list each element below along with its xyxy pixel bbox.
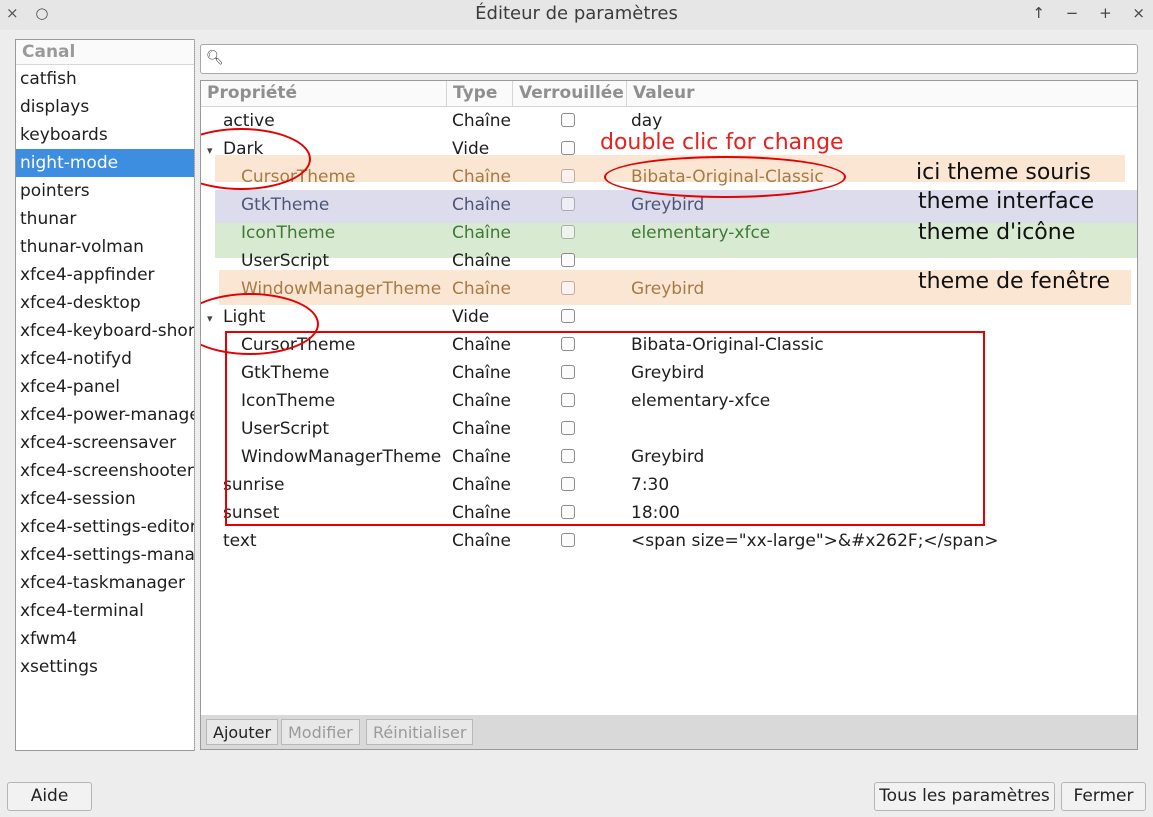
property-table: Propriété Type Verrouillée Valeur active… bbox=[200, 80, 1138, 750]
close-button[interactable]: Fermer bbox=[1061, 782, 1146, 811]
property-type: Chaîne bbox=[452, 111, 512, 131]
property-value bbox=[631, 303, 1131, 331]
pane-separator[interactable] bbox=[194, 39, 199, 751]
locked-checkbox[interactable] bbox=[561, 197, 575, 211]
title-bar: × ○ Éditeur de paramètres ↑ − + × bbox=[0, 0, 1153, 30]
property-type: Chaîne bbox=[452, 167, 512, 187]
property-type: Chaîne bbox=[452, 195, 512, 215]
channel-item[interactable]: xfce4-settings-manager bbox=[16, 541, 194, 569]
channel-item[interactable]: xfce4-terminal bbox=[16, 597, 194, 625]
property-type: Vide bbox=[452, 307, 490, 327]
window-title: Éditeur de paramètres bbox=[475, 3, 678, 24]
channel-item[interactable]: thunar bbox=[16, 205, 194, 233]
locked-checkbox[interactable] bbox=[561, 281, 575, 295]
channel-item[interactable]: xfce4-notifyd bbox=[16, 345, 194, 373]
property-name: text bbox=[223, 531, 257, 551]
channel-item[interactable]: xfce4-settings-editor bbox=[16, 513, 194, 541]
channel-items: catfish displays keyboards night-mode pointe… bbox=[16, 65, 194, 681]
channel-item[interactable]: xfce4-session bbox=[16, 485, 194, 513]
table-row[interactable]: ▾ Light Vide bbox=[201, 303, 1137, 331]
annotation-interface: theme interface bbox=[918, 189, 1095, 214]
locked-checkbox[interactable] bbox=[561, 169, 575, 183]
property-table-body: Propriété Type Verrouillée Valeur active… bbox=[201, 81, 1137, 715]
channel-item[interactable]: xfce4-screensaver bbox=[16, 429, 194, 457]
channel-item[interactable]: thunar-volman bbox=[16, 233, 194, 261]
search-icon: 🔍︎ bbox=[206, 50, 224, 66]
annotation-icons: theme d'icône bbox=[918, 220, 1076, 245]
locked-checkbox[interactable] bbox=[561, 309, 575, 323]
channel-item[interactable]: xfce4-desktop bbox=[16, 289, 194, 317]
channel-item[interactable]: keyboards bbox=[16, 121, 194, 149]
locked-checkbox[interactable] bbox=[561, 141, 575, 155]
property-name: UserScript bbox=[241, 251, 330, 271]
channel-item[interactable]: night-mode bbox=[16, 149, 194, 177]
locked-checkbox[interactable] bbox=[561, 225, 575, 239]
channel-item[interactable]: displays bbox=[16, 93, 194, 121]
property-name: IconTheme bbox=[241, 223, 336, 243]
channel-item[interactable]: xfce4-panel bbox=[16, 373, 194, 401]
help-button[interactable]: Aide bbox=[7, 782, 92, 811]
channel-item[interactable]: xsettings bbox=[16, 653, 194, 681]
annotation-double-click: double clic for change bbox=[600, 130, 844, 155]
channel-item[interactable]: pointers bbox=[16, 177, 194, 205]
property-name-cell: UserScript bbox=[201, 247, 447, 275]
channel-item[interactable]: xfwm4 bbox=[16, 625, 194, 653]
column-type[interactable]: Type bbox=[447, 81, 513, 106]
search-input[interactable] bbox=[225, 47, 1129, 71]
table-row[interactable]: text Chaîne <span size="xx-large">&#x262F;… bbox=[201, 527, 1137, 555]
channel-list: Canal catfish displays keyboards night-mode… bbox=[15, 39, 195, 751]
add-button[interactable]: Ajouter bbox=[206, 719, 279, 745]
channel-item[interactable]: xfce4-power-manager bbox=[16, 401, 194, 429]
reset-button[interactable]: Réinitialiser bbox=[366, 719, 474, 745]
annotation-window: theme de fenêtre bbox=[918, 269, 1111, 294]
locked-checkbox[interactable] bbox=[561, 253, 575, 267]
close-window-icon[interactable]: × bbox=[1132, 4, 1145, 22]
annotation-cursor: ici theme souris bbox=[916, 160, 1091, 185]
column-value[interactable]: Valeur bbox=[627, 81, 1137, 106]
column-property[interactable]: Propriété bbox=[201, 81, 447, 106]
property-value: <span size="xx-large">&#x262F;</span> bbox=[631, 531, 999, 551]
edit-button[interactable]: Modifier bbox=[281, 719, 360, 745]
channel-item[interactable]: xfce4-keyboard-shortcuts bbox=[16, 317, 194, 345]
channel-item[interactable]: catfish bbox=[16, 65, 194, 93]
channel-item[interactable]: xfce4-appfinder bbox=[16, 261, 194, 289]
window-right-controls: ↑ − + × bbox=[1016, 4, 1145, 22]
table-header: Propriété Type Verrouillée Valeur bbox=[201, 81, 1137, 107]
channel-item[interactable]: xfce4-taskmanager bbox=[16, 569, 194, 597]
search-box: 🔍︎ bbox=[200, 44, 1138, 74]
all-settings-button[interactable]: Tous les paramètres bbox=[874, 782, 1055, 811]
column-locked[interactable]: Verrouillée bbox=[513, 81, 627, 106]
property-type: Chaîne bbox=[452, 251, 512, 271]
channel-header[interactable]: Canal bbox=[16, 40, 194, 65]
property-type: Vide bbox=[452, 139, 490, 159]
property-name: GtkTheme bbox=[241, 195, 330, 215]
property-name-cell: IconTheme bbox=[201, 219, 447, 247]
minimize-icon[interactable]: − bbox=[1066, 4, 1079, 22]
shade-icon[interactable]: ↑ bbox=[1032, 4, 1045, 22]
annotation-ellipse-cursor-value bbox=[604, 156, 846, 198]
property-type: Chaîne bbox=[452, 223, 512, 243]
property-type: Chaîne bbox=[452, 279, 512, 299]
property-name-cell: text bbox=[201, 527, 447, 555]
channel-item[interactable]: xfce4-screenshooter bbox=[16, 457, 194, 485]
property-name-cell: GtkTheme bbox=[201, 191, 447, 219]
locked-checkbox[interactable] bbox=[561, 533, 575, 547]
table-button-bar: Ajouter Modifier Réinitialiser bbox=[201, 717, 1137, 747]
maximize-icon[interactable]: + bbox=[1099, 4, 1112, 22]
locked-checkbox[interactable] bbox=[561, 113, 575, 127]
annotation-box-light bbox=[225, 331, 985, 526]
property-type: Chaîne bbox=[452, 531, 512, 551]
